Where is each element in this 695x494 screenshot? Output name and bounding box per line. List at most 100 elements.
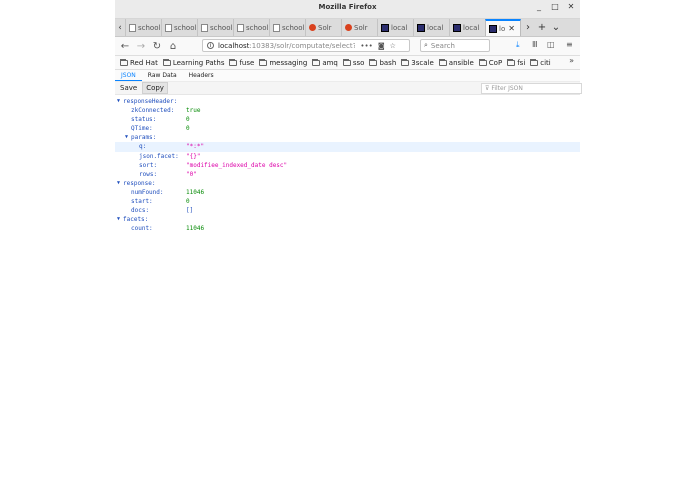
- json-key: responseHeader:: [123, 98, 178, 105]
- json-row[interactable]: ▼ facets:: [115, 215, 580, 224]
- list-tabs-icon[interactable]: ⌄: [549, 19, 563, 36]
- folder-icon: [342, 58, 351, 66]
- browser-tab[interactable]: local: [449, 19, 485, 36]
- json-row[interactable]: QTime: 0: [115, 124, 580, 133]
- browser-tab[interactable]: school.a: [233, 19, 269, 36]
- json-row[interactable]: ▼ response:: [115, 179, 580, 188]
- browser-tab[interactable]: school.a: [269, 19, 305, 36]
- json-row[interactable]: count: 11046: [115, 224, 580, 233]
- json-key: numFound:: [131, 188, 164, 196]
- url-path: :10383/solr/computate/select?q=*: [249, 41, 355, 50]
- json-key: rows:: [139, 170, 158, 178]
- json-value: 11046: [186, 188, 205, 196]
- scroll-tabs-right-icon[interactable]: ›: [521, 19, 535, 36]
- bookmark-folder[interactable]: 3scale: [401, 58, 434, 67]
- json-value: true: [186, 107, 201, 115]
- browser-tab[interactable]: school.a: [161, 19, 197, 36]
- browser-tab[interactable]: school.a: [125, 19, 161, 36]
- twisty-expanded-icon[interactable]: ▼: [117, 179, 120, 188]
- json-key: QTime:: [131, 125, 153, 133]
- bookmark-folder[interactable]: amq: [312, 58, 338, 67]
- maximize-button[interactable]: □: [549, 2, 561, 11]
- pocket-icon[interactable]: ◙: [378, 42, 385, 50]
- intellij-icon: [489, 24, 497, 33]
- download-icon[interactable]: ⤓: [516, 40, 520, 50]
- home-icon[interactable]: ⌂: [165, 41, 181, 52]
- bookmark-folder[interactable]: sso: [342, 58, 364, 67]
- library-icon[interactable]: Ⅲ: [532, 40, 538, 49]
- save-button[interactable]: Save: [117, 83, 140, 93]
- json-key: json.facet:: [139, 152, 179, 160]
- bookmark-folder[interactable]: citi: [530, 58, 551, 67]
- tab-strip: ‹ school.a school.a school.a school.a sc…: [115, 19, 580, 37]
- bookmark-folder[interactable]: Learning Paths: [162, 58, 224, 67]
- json-row[interactable]: ▼ params:: [115, 133, 580, 142]
- new-tab-icon[interactable]: +: [535, 19, 549, 36]
- bookmark-folder[interactable]: ansible: [438, 58, 474, 67]
- json-value: []: [186, 207, 194, 215]
- close-tab-icon[interactable]: ✕: [508, 24, 515, 33]
- minimize-button[interactable]: _: [533, 2, 545, 11]
- json-row[interactable]: status: 0: [115, 115, 580, 124]
- json-row[interactable]: ▼ responseHeader:: [115, 97, 580, 106]
- intellij-icon: [417, 23, 425, 32]
- json-value: "*:*": [186, 143, 205, 151]
- browser-tab-active[interactable]: lo ✕: [485, 19, 521, 36]
- sidebar-icon[interactable]: ◫: [547, 40, 555, 49]
- bookmark-folder[interactable]: Red Hat: [120, 58, 158, 67]
- json-row[interactable]: start: 0: [115, 197, 580, 206]
- json-row[interactable]: q: "*:*": [115, 142, 580, 152]
- info-icon[interactable]: i: [207, 42, 214, 49]
- menu-icon[interactable]: ≡: [566, 40, 573, 49]
- browser-tab[interactable]: local: [377, 19, 413, 36]
- json-key: zkConnected:: [131, 107, 175, 115]
- json-value: "{}": [186, 152, 201, 160]
- browser-tab[interactable]: Solr: [341, 19, 377, 36]
- json-row[interactable]: zkConnected: true: [115, 106, 580, 115]
- bookmark-folder[interactable]: fuse: [229, 58, 254, 67]
- close-window-button[interactable]: ✕: [565, 2, 577, 11]
- json-row[interactable]: sort: "modifiee_indexed_date desc": [115, 161, 580, 170]
- page-actions-icon[interactable]: •••: [360, 42, 372, 50]
- browser-tab[interactable]: school.a: [197, 19, 233, 36]
- intellij-icon: [381, 23, 389, 32]
- json-row[interactable]: numFound: 11046: [115, 188, 580, 197]
- intellij-icon: [453, 23, 461, 32]
- bookmark-folder[interactable]: messaging: [259, 58, 307, 67]
- scroll-tabs-left-icon[interactable]: ‹: [115, 19, 125, 36]
- folder-icon: [259, 58, 268, 66]
- tab-raw-data[interactable]: Raw Data: [142, 70, 183, 81]
- folder-icon: [478, 58, 487, 66]
- back-icon[interactable]: ←: [117, 41, 133, 52]
- json-key: count:: [131, 225, 153, 233]
- json-row[interactable]: json.facet: "{}": [115, 152, 580, 161]
- tab-json[interactable]: JSON: [115, 70, 142, 81]
- solr-icon: [309, 24, 316, 31]
- copy-button[interactable]: Copy: [142, 82, 168, 94]
- page-icon: [201, 23, 208, 32]
- bookmark-star-icon[interactable]: ☆: [390, 42, 396, 50]
- twisty-expanded-icon[interactable]: ▼: [117, 97, 120, 106]
- search-input[interactable]: ⌕ Search: [420, 39, 490, 52]
- bookmarks-overflow-icon[interactable]: »: [569, 56, 574, 65]
- reload-icon[interactable]: ↻: [149, 41, 165, 52]
- filter-json-input[interactable]: ⊽ Filter JSON: [481, 83, 582, 94]
- navigation-toolbar: ← → ↻ ⌂ i localhost :10383/solr/computat…: [115, 37, 580, 56]
- browser-tab[interactable]: local: [413, 19, 449, 36]
- browser-tab[interactable]: Solr: [305, 19, 341, 36]
- tab-headers[interactable]: Headers: [183, 70, 220, 81]
- bookmark-folder[interactable]: fsi: [507, 58, 525, 67]
- bookmark-folder[interactable]: bash: [369, 58, 396, 67]
- twisty-expanded-icon[interactable]: ▼: [125, 133, 128, 142]
- json-row[interactable]: rows: "0": [115, 170, 580, 179]
- folder-icon: [507, 58, 516, 66]
- folder-icon: [312, 58, 321, 66]
- bookmark-folder[interactable]: CoP: [478, 58, 502, 67]
- page-icon: [273, 23, 280, 32]
- forward-icon[interactable]: →: [133, 41, 149, 52]
- url-bar[interactable]: i localhost :10383/solr/computate/select…: [202, 39, 410, 52]
- twisty-expanded-icon[interactable]: ▼: [117, 215, 120, 224]
- json-row[interactable]: docs: []: [115, 206, 580, 215]
- json-key: start:: [131, 198, 153, 206]
- bookmarks-toolbar: Red Hat Learning Paths fuse messaging am…: [115, 56, 580, 70]
